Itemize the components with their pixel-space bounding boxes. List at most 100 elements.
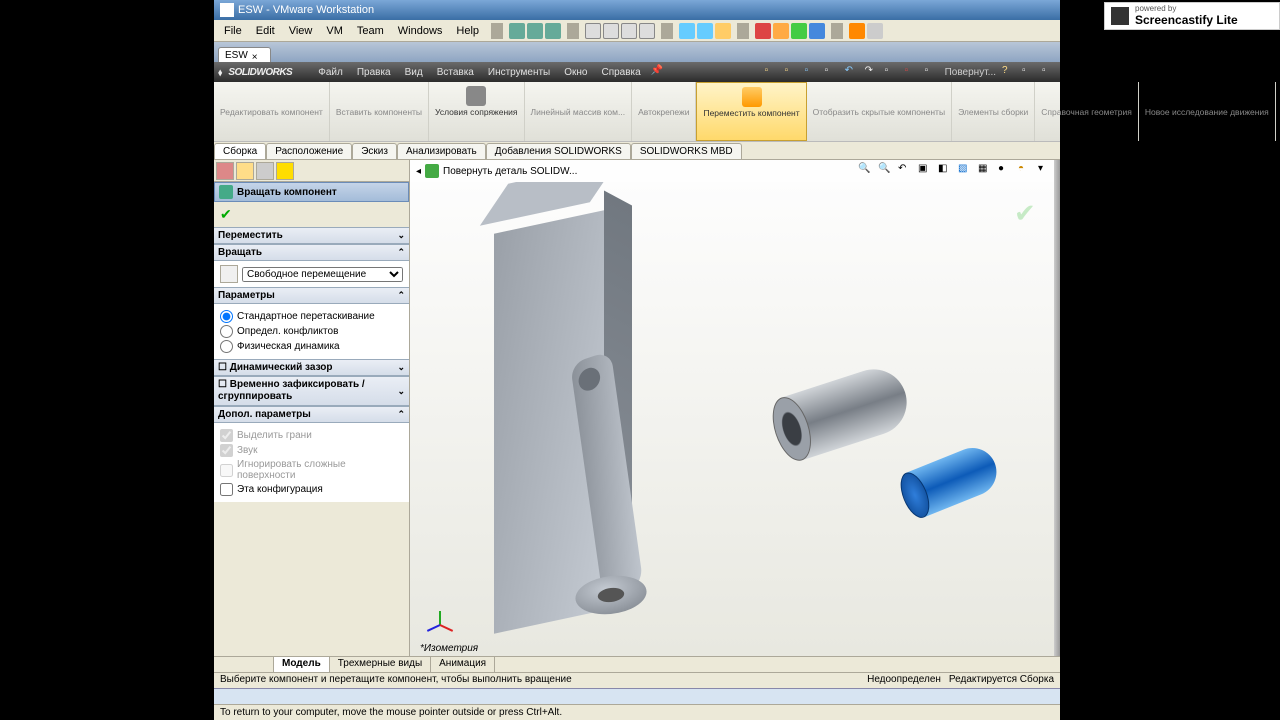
flyout-icon[interactable]: ◂ <box>416 166 421 177</box>
display-style-icon[interactable]: ▧ <box>958 163 974 179</box>
bt-3dviews[interactable]: Трехмерные виды <box>330 657 431 672</box>
close-icon[interactable]: × <box>252 52 260 60</box>
panel-tab-property-icon[interactable] <box>236 162 254 180</box>
ribbon-show-hidden[interactable]: Отобразить скрытые компоненты <box>807 82 952 141</box>
stop-icon[interactable] <box>755 23 771 39</box>
tab-sketch[interactable]: Эскиз <box>352 143 397 159</box>
orient-icon[interactable]: ◧ <box>938 163 954 179</box>
sw-menu-edit[interactable]: Правка <box>353 67 395 78</box>
hide-show-icon[interactable]: ▦ <box>978 163 994 179</box>
rotate-mode-select[interactable]: Свободное перемещение <box>242 267 403 282</box>
settings-vp-icon[interactable]: ▾ <box>1038 163 1054 179</box>
section-params[interactable]: Параметры⌃ <box>214 287 409 304</box>
sw-menu-help[interactable]: Справка <box>597 67 644 78</box>
opt-collision[interactable]: Определ. конфликтов <box>220 325 403 338</box>
ribbon-insert-component[interactable]: Вставить компоненты <box>330 82 429 141</box>
scene-icon[interactable]: ◓ <box>1018 163 1034 179</box>
appearance-icon[interactable]: ● <box>998 163 1014 179</box>
bt-model[interactable]: Модель <box>274 657 330 672</box>
select-icon[interactable]: ▫ <box>885 65 899 79</box>
ribbon-ref-geometry[interactable]: Справочная геометрия <box>1035 82 1139 141</box>
undo-icon[interactable]: ↶ <box>845 65 859 79</box>
sw-menu-view[interactable]: Вид <box>401 67 427 78</box>
tab-layout[interactable]: Расположение <box>266 143 352 159</box>
fullscreen-icon[interactable] <box>679 23 695 39</box>
panel-tab-config-icon[interactable] <box>256 162 274 180</box>
part-pipe[interactable] <box>765 356 928 465</box>
section-extra[interactable]: Допол. параметры⌃ <box>214 406 409 423</box>
menu-team[interactable]: Team <box>351 23 390 39</box>
restore-icon[interactable]: ▫ <box>1042 65 1056 79</box>
opt-standard[interactable]: Стандартное перетаскивание <box>220 310 403 323</box>
menu-vm[interactable]: VM <box>320 23 349 39</box>
ribbon-move-component[interactable]: Переместить компонент <box>696 82 806 141</box>
chk-this-config[interactable]: Эта конфигурация <box>220 483 403 496</box>
menu-file[interactable]: File <box>218 23 248 39</box>
part-bracket[interactable] <box>468 208 628 638</box>
settings-icon[interactable] <box>849 23 865 39</box>
pin-icon[interactable]: 📌 <box>651 65 665 79</box>
vm-tab-esw[interactable]: ESW × <box>218 47 271 62</box>
section-rotate[interactable]: Вращать⌃ <box>214 244 409 261</box>
help-icon[interactable]: ? <box>1002 65 1016 79</box>
open-icon[interactable]: ▫ <box>785 65 799 79</box>
section-move[interactable]: Переместить⌄ <box>214 227 409 244</box>
bt-blank[interactable] <box>214 657 274 672</box>
confirm-corner-icon[interactable] <box>1014 198 1040 218</box>
menu-view[interactable]: View <box>283 23 319 39</box>
save-icon[interactable]: ▫ <box>805 65 819 79</box>
bt-animation[interactable]: Анимация <box>431 657 495 672</box>
ribbon-motion-study[interactable]: Новое исследование движения <box>1139 82 1276 141</box>
power-icon[interactable] <box>509 23 525 39</box>
prev-view-icon[interactable]: ↶ <box>898 163 914 179</box>
sw-menu-window[interactable]: Окно <box>560 67 591 78</box>
ribbon-edit-component[interactable]: Редактировать компонент <box>214 82 330 141</box>
revert-icon[interactable] <box>603 23 619 39</box>
zoom-area-icon[interactable]: 🔍 <box>878 163 894 179</box>
ribbon-smart-fasteners[interactable]: Автокрепежи <box>632 82 696 141</box>
menu-windows[interactable]: Windows <box>392 23 449 39</box>
menu-help[interactable]: Help <box>450 23 485 39</box>
panel-tab-display-icon[interactable] <box>276 162 294 180</box>
manage-icon[interactable] <box>621 23 637 39</box>
sw-menu-insert[interactable]: Вставка <box>433 67 478 78</box>
tab-evaluate[interactable]: Анализировать <box>397 143 486 159</box>
minimize-icon[interactable]: ▫ <box>1022 65 1036 79</box>
options-icon[interactable]: ▫ <box>925 65 939 79</box>
section-fix[interactable]: ☐ Временно зафиксировать /сгруппировать⌄ <box>214 376 409 406</box>
vmware-menubar[interactable]: File Edit View VM Team Windows Help <box>214 20 1060 42</box>
panel-tab-feature-icon[interactable] <box>216 162 234 180</box>
ribbon-linear-pattern[interactable]: Линейный массив ком... <box>525 82 633 141</box>
summary-icon[interactable] <box>715 23 731 39</box>
ribbon-mate[interactable]: Условия сопряжения <box>429 82 524 141</box>
snapshot-icon[interactable] <box>585 23 601 39</box>
sw-menu-file[interactable]: Файл <box>314 67 347 78</box>
opt-physical[interactable]: Физическая динамика <box>220 340 403 353</box>
ok-button[interactable]: ✔ <box>220 206 232 222</box>
orientation-triad[interactable] <box>428 600 458 630</box>
tab-mbd[interactable]: SOLIDWORKS MBD <box>631 143 742 159</box>
unity-icon[interactable] <box>697 23 713 39</box>
play-icon[interactable] <box>791 23 807 39</box>
tab-assembly[interactable]: Сборка <box>214 143 266 159</box>
new-icon[interactable]: ▫ <box>765 65 779 79</box>
menu-edit[interactable]: Edit <box>250 23 281 39</box>
tab-addins[interactable]: Добавления SOLIDWORKS <box>486 143 631 159</box>
replay-icon[interactable] <box>809 23 825 39</box>
part-pin-selected[interactable] <box>895 438 1010 522</box>
ribbon-bom[interactable]: Спецификация <box>1276 82 1280 141</box>
suspend-icon[interactable] <box>527 23 543 39</box>
print-icon[interactable]: ▫ <box>825 65 839 79</box>
rotate-label[interactable]: Повернут... <box>945 67 996 78</box>
task-pane-collapsed[interactable] <box>1054 160 1060 656</box>
3d-canvas[interactable]: *Изометрия <box>410 182 1060 656</box>
breadcrumb[interactable]: Повернуть деталь SOLIDW... <box>443 166 577 177</box>
sw-menu-tools[interactable]: Инструменты <box>484 67 554 78</box>
devices-icon[interactable] <box>867 23 883 39</box>
rotate-mode-icon[interactable] <box>220 265 238 283</box>
screen-icon[interactable] <box>639 23 655 39</box>
rebuild-icon[interactable]: ▫ <box>905 65 919 79</box>
pause-icon[interactable] <box>773 23 789 39</box>
section-view-icon[interactable]: ▣ <box>918 163 934 179</box>
section-gap[interactable]: ☐ Динамический зазор⌄ <box>214 359 409 376</box>
